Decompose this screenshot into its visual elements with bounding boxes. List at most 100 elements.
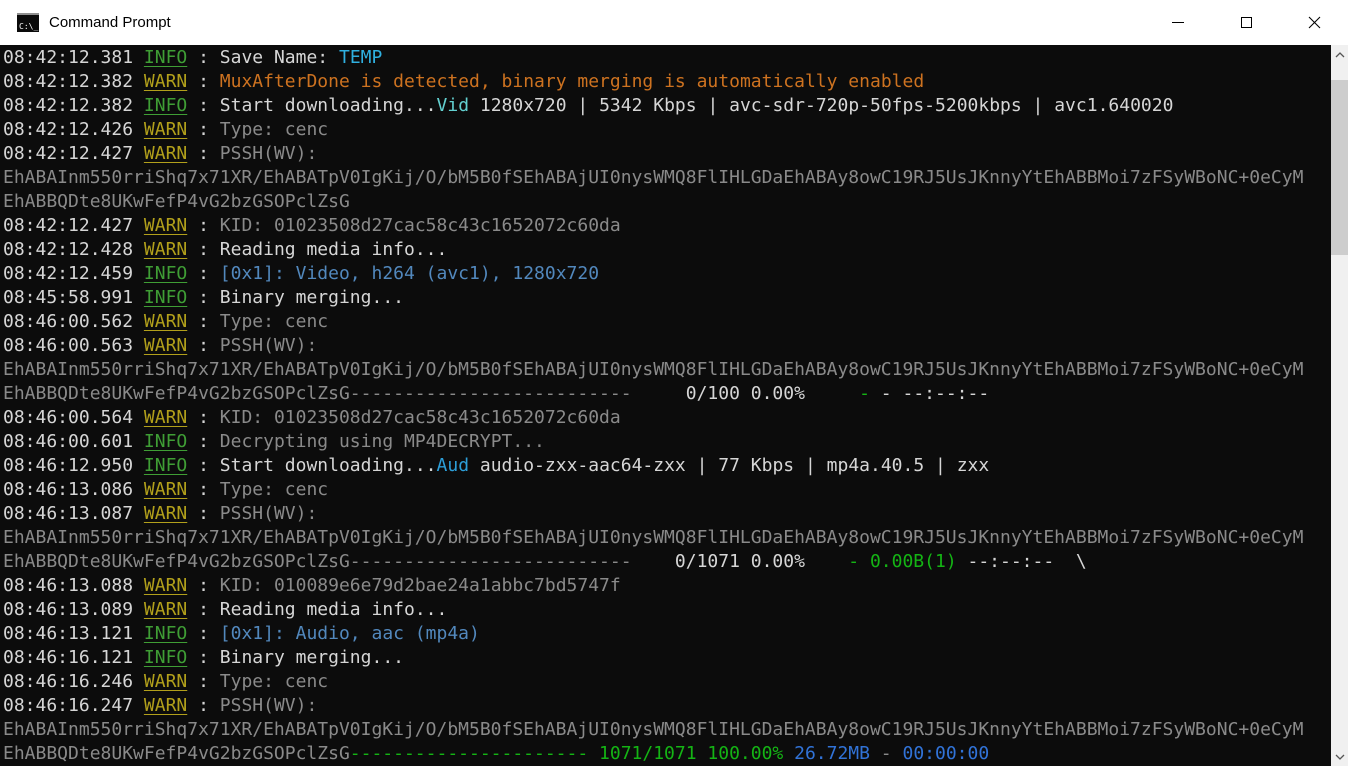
log-segment: [0x1]: Audio, aac (mp4a) <box>219 623 480 644</box>
log-segment: : <box>187 455 220 476</box>
log-segment: : <box>187 95 220 116</box>
log-segment: - <box>804 383 870 404</box>
log-segment: : <box>187 431 220 452</box>
log-segment: : <box>187 599 220 620</box>
cmd-icon-glyph: C:\_ <box>19 22 39 31</box>
log-segment: 08:42:12.381 <box>3 47 144 68</box>
log-line: 08:46:00.601 INFO : Decrypting using MP4… <box>3 430 1331 454</box>
log-segment: WARN <box>143 71 188 92</box>
log-segment: 08:42:12.382 <box>3 71 144 92</box>
log-line: 08:46:00.564 WARN : KID: 01023508d27cac5… <box>3 406 1331 430</box>
log-segment: INFO <box>143 455 188 476</box>
log-segment: WARN <box>143 503 188 524</box>
log-line: 08:42:12.382 WARN : MuxAfterDone is dete… <box>3 70 1331 94</box>
log-line: EhABAInm550rriShq7x71XR/EhABATpV0IgKij/O… <box>3 358 1331 382</box>
log-segment: INFO <box>143 263 188 284</box>
log-line: EhABBQDte8UKwFefP4vG2bzGSOPclZsG--------… <box>3 550 1331 574</box>
log-segment: - <box>869 743 903 764</box>
log-segment: WARN <box>143 311 188 332</box>
log-segment: Decrypting using MP4DECRYPT... <box>219 431 545 452</box>
cmd-icon: C:\_ <box>17 13 39 32</box>
log-segment: 08:46:13.087 <box>3 503 144 524</box>
log-segment: INFO <box>143 287 188 308</box>
log-segment: : <box>187 287 220 308</box>
log-segment: Reading media info... <box>219 599 448 620</box>
terminal-output[interactable]: 08:42:12.381 INFO : Save Name: TEMP 08:42… <box>0 45 1331 766</box>
log-segment: 08:46:16.121 <box>3 647 144 668</box>
scroll-up-button[interactable] <box>1331 46 1348 63</box>
log-segment: [0x1]: Video, h264 (avc1), 1280x720 <box>219 263 600 284</box>
log-segment: : <box>187 647 220 668</box>
log-segment: 08:42:12.382 <box>3 95 144 116</box>
log-segment: 08:46:13.089 <box>3 599 144 620</box>
log-segment: : <box>187 503 220 524</box>
log-segment: Start downloading... <box>219 455 437 476</box>
log-line: 08:46:00.563 WARN : PSSH(WV): <box>3 334 1331 358</box>
log-segment: 08:42:12.459 <box>3 263 144 284</box>
log-segment: 08:42:12.427 <box>3 143 144 164</box>
log-segment: -------------------------- <box>349 551 632 572</box>
log-line: 08:46:16.247 WARN : PSSH(WV): <box>3 694 1331 718</box>
log-segment: : <box>187 407 220 428</box>
log-segment: WARN <box>143 407 188 428</box>
log-segment: : <box>187 575 220 596</box>
title-bar[interactable]: C:\_ Command Prompt <box>0 0 1348 45</box>
close-icon <box>1308 16 1320 29</box>
log-segment: --:--:-- \ <box>956 551 1087 572</box>
log-segment: 08:45:58.991 <box>3 287 144 308</box>
log-line: 08:42:12.381 INFO : Save Name: TEMP <box>3 46 1331 70</box>
log-segment: --:--:-- <box>902 383 990 404</box>
log-segment: : <box>187 47 220 68</box>
log-segment: 08:46:00.601 <box>3 431 144 452</box>
log-segment: WARN <box>143 119 188 140</box>
scrollbar-thumb[interactable] <box>1331 80 1348 255</box>
log-line: 08:46:13.089 WARN : Reading media info..… <box>3 598 1331 622</box>
log-line: 08:42:12.428 WARN : Reading media info..… <box>3 238 1331 262</box>
log-segment: 0/100 0.00% <box>631 383 805 404</box>
log-segment: INFO <box>143 47 188 68</box>
log-line: 08:46:12.950 INFO : Start downloading...… <box>3 454 1331 478</box>
log-line: 08:46:16.246 WARN : Type: cenc <box>3 670 1331 694</box>
log-segment: 08:46:00.563 <box>3 335 144 356</box>
log-segment: 08:42:12.428 <box>3 239 144 260</box>
maximize-icon <box>1240 17 1252 28</box>
log-segment: INFO <box>143 623 188 644</box>
log-segment: KID: 01023508d27cac58c43c1652072c60da <box>219 407 621 428</box>
log-segment: TEMP <box>338 47 383 68</box>
log-line: EhABAInm550rriShq7x71XR/EhABATpV0IgKij/O… <box>3 526 1331 550</box>
log-segment: MuxAfterDone is detected, binary merging… <box>219 71 925 92</box>
log-segment: 08:42:12.426 <box>3 119 144 140</box>
log-segment: WARN <box>143 335 188 356</box>
log-segment: 26.72MB <box>794 743 870 764</box>
log-segment: WARN <box>143 695 188 716</box>
log-line: EhABBQDte8UKwFefP4vG2bzGSOPclZsG--------… <box>3 382 1331 406</box>
log-line: EhABAInm550rriShq7x71XR/EhABATpV0IgKij/O… <box>3 718 1331 742</box>
log-line: 08:42:12.459 INFO : [0x1]: Video, h264 (… <box>3 262 1331 286</box>
close-button[interactable] <box>1280 0 1348 45</box>
scroll-down-button[interactable] <box>1331 748 1348 765</box>
log-line: 08:42:12.427 WARN : KID: 01023508d27cac5… <box>3 214 1331 238</box>
minimize-button[interactable] <box>1144 0 1212 45</box>
log-segment: : <box>187 215 220 236</box>
log-segment: : <box>187 239 220 260</box>
log-segment: WARN <box>143 599 188 620</box>
log-segment: Binary merging... <box>219 647 404 668</box>
maximize-button[interactable] <box>1212 0 1280 45</box>
log-segment: Aud <box>436 455 470 476</box>
log-segment: EhABAInm550rriShq7x71XR/EhABATpV0IgKij/O… <box>3 719 1304 740</box>
log-segment: WARN <box>143 239 188 260</box>
log-segment: Type: cenc <box>219 479 329 500</box>
log-line: 08:46:16.121 INFO : Binary merging... <box>3 646 1331 670</box>
log-segment: : <box>187 143 220 164</box>
log-segment: KID: 01023508d27cac58c43c1652072c60da <box>219 215 621 236</box>
caption-buttons <box>1144 0 1348 45</box>
log-segment: audio-zxx-aac64-zxx | 77 Kbps | mp4a.40.… <box>469 455 990 476</box>
log-segment: Reading media info... <box>219 239 448 260</box>
log-segment: WARN <box>143 215 188 236</box>
log-segment: : <box>187 311 220 332</box>
log-segment: 08:46:13.086 <box>3 479 144 500</box>
log-segment: : <box>187 695 220 716</box>
log-segment: PSSH(WV): <box>219 335 318 356</box>
log-segment: 08:46:00.562 <box>3 311 144 332</box>
scrollbar[interactable] <box>1331 45 1348 766</box>
